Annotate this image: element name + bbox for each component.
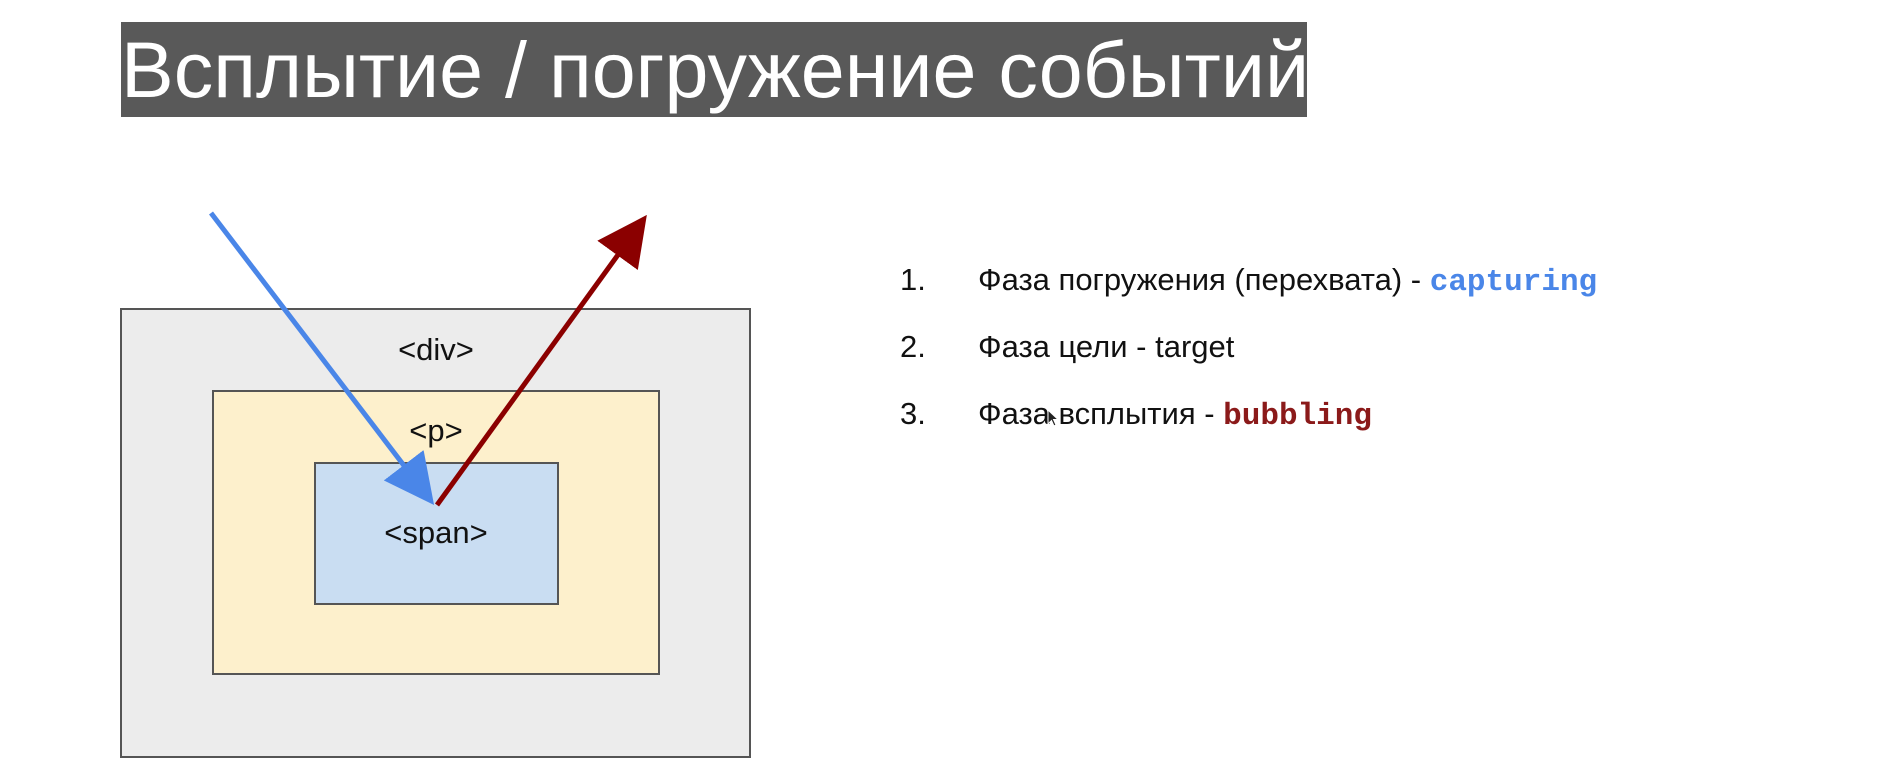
- phase-text: Фаза погружения (перехвата) -: [978, 262, 1430, 297]
- phase-text: Фаза цели - target: [978, 329, 1235, 364]
- phase-number: 2.: [900, 329, 926, 364]
- phase-number: 1.: [900, 262, 926, 297]
- mouse-cursor-icon: [1047, 409, 1059, 427]
- slide-title: Всплытие / погружение событий: [121, 25, 1310, 114]
- p-label: <p>: [409, 413, 463, 448]
- span-label: <span>: [384, 515, 488, 550]
- phase-code-capturing: capturing: [1429, 265, 1598, 300]
- div-label: <div>: [398, 332, 474, 367]
- phase-code-bubbling: bubbling: [1223, 399, 1372, 434]
- phase-text: Фаза всплытия -: [978, 396, 1224, 431]
- phase-number: 3.: [900, 396, 926, 431]
